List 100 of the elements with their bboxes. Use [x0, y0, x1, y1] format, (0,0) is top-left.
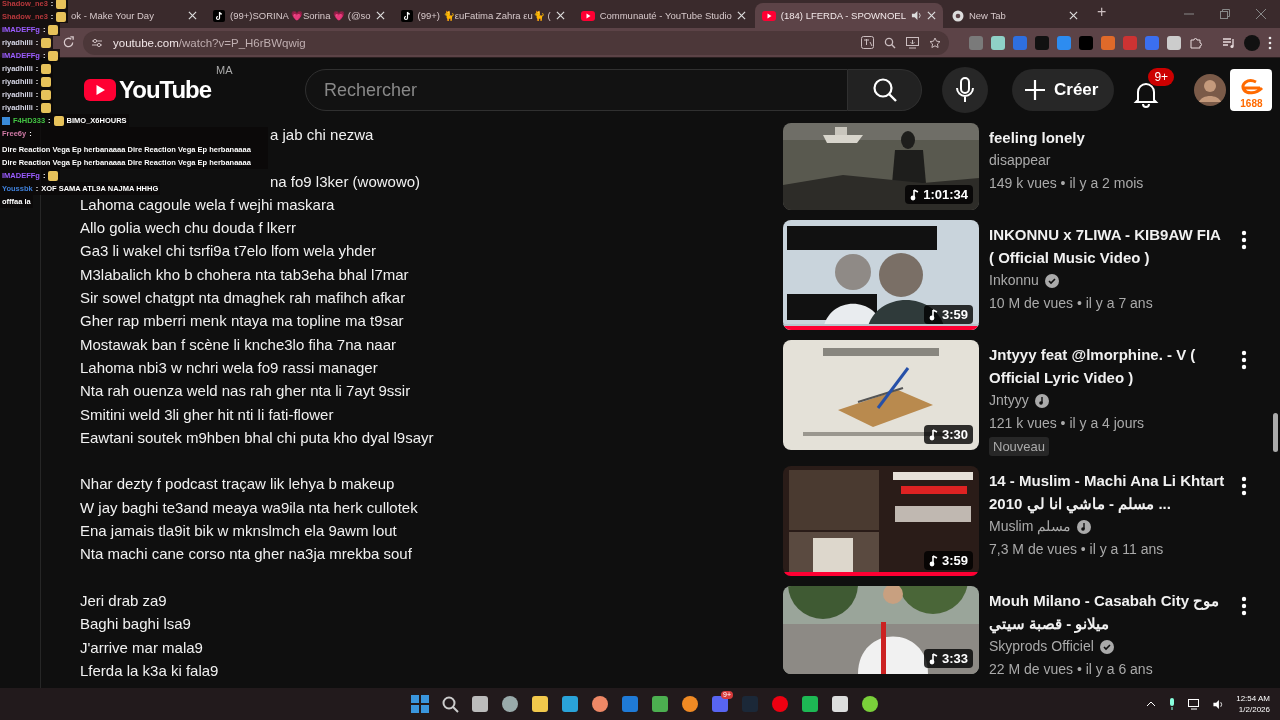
check-badge-icon	[1044, 273, 1059, 288]
channel-name[interactable]: Skyprods Officiel	[989, 635, 1094, 658]
record-app-icon[interactable]	[830, 695, 849, 713]
mic-icon[interactable]	[1168, 698, 1177, 710]
browser-tab[interactable]: ok - Make Your Day	[64, 3, 204, 28]
browser-tab[interactable]: (99+)SORINA 💗Sorina 💗 (@so	[206, 3, 392, 28]
lyric-line: Smitini weld 3li gher hit nti li fati-flower	[80, 404, 334, 425]
lyric-line: Jeri drab za9	[80, 590, 167, 611]
translate-icon[interactable]	[861, 36, 874, 49]
duration-text: 3:33	[941, 651, 968, 666]
video-thumbnail[interactable]: 1:01:34	[783, 123, 979, 210]
extension-icon[interactable]	[1167, 35, 1181, 50]
duration-text: 3:59	[941, 553, 968, 568]
sliders-icon[interactable]	[91, 36, 103, 49]
channel-name[interactable]: Inkonnu	[989, 269, 1039, 292]
play-logo-icon[interactable]	[84, 79, 116, 101]
channel-name[interactable]: Muslim مسلم	[989, 515, 1072, 538]
video-title[interactable]: 14 - Muslim - Machi Ana Li Khtart 2010 مسلم - ماشي انا لي ...	[989, 469, 1229, 515]
video-title[interactable]: Jntyyy feat @lmorphine. - V ( Official Lyric Video )	[989, 343, 1229, 389]
video-thumbnail[interactable]: 3:30	[783, 340, 979, 450]
lyric-line: Mostawak ban f scène li knche3lo fiha 7na naar	[80, 334, 397, 355]
lyric-line: W jay baghi te3and meaya wa9ila nta herk cullotek	[80, 497, 418, 518]
lyric-line: Ena jamais tla9it bik w mknslmch ela 9awm lout	[80, 521, 397, 542]
video-title[interactable]: INKONNU x 7LIWA - KIB9AW FIA ( Official Music Video )	[989, 223, 1229, 269]
check-badge-icon	[1099, 639, 1114, 654]
browser-icon[interactable]	[560, 695, 579, 713]
new-tab-button[interactable]: +	[1086, 3, 1117, 25]
lyric-line: Lferda la k3a ki fala9	[80, 660, 219, 681]
browser-logo-icon	[951, 9, 964, 22]
menu-icon[interactable]	[1268, 35, 1272, 50]
search-button[interactable]	[848, 69, 922, 111]
video-meta: 121 k vues • il y a 4 jours	[989, 414, 1145, 433]
app-icon[interactable]	[860, 695, 879, 713]
tab-title: (184) LFERDA - SPOWNOEL	[780, 10, 906, 21]
video-title[interactable]: Mouh Milano - Casabah City موح ميلانو - قصبة سيتي	[989, 589, 1229, 635]
video-thumbnail[interactable]: 3:59	[783, 220, 979, 330]
install-icon[interactable]	[906, 36, 919, 49]
channel-name[interactable]: Jntyyy	[989, 389, 1029, 412]
app-icon[interactable]	[680, 695, 699, 713]
duration-text: 1:01:34	[923, 187, 968, 202]
more-icon[interactable]	[1241, 476, 1247, 496]
channel-name[interactable]: disappear	[989, 149, 1051, 172]
clock-date[interactable]: 1/2/2026	[1238, 704, 1270, 715]
lyric-line: Allo golia wech chu douda f lkerr	[80, 218, 296, 239]
zoom-icon[interactable]	[884, 36, 896, 49]
mail-icon[interactable]	[620, 695, 639, 713]
chat-app-icon[interactable]	[710, 695, 729, 713]
folder-icon[interactable]	[530, 695, 549, 713]
address-bar[interactable]: youtube.com/watch?v=P_H6rBWqwig	[83, 30, 949, 55]
more-icon[interactable]	[1241, 596, 1247, 616]
video-meta: 22 M de vues • il y a 6 ans	[989, 660, 1153, 679]
close-icon[interactable]	[1256, 9, 1266, 19]
lyric-line: M3labalich kho b chohera nta tab3eha bhal l7mar	[80, 264, 409, 285]
reload-icon[interactable]	[62, 36, 75, 49]
chevron-up-icon[interactable]	[1146, 700, 1157, 708]
network-icon[interactable]	[1188, 698, 1201, 710]
avatar-icon[interactable]	[1194, 74, 1227, 106]
play-logo-icon	[761, 10, 776, 21]
extension-icon[interactable]	[1057, 35, 1071, 50]
scrollbar-thumb[interactable]	[1273, 413, 1278, 452]
speaker-icon[interactable]	[1212, 698, 1225, 710]
browser-tab[interactable]: Communauté - YouTube Studio	[573, 3, 753, 28]
gear-icon[interactable]	[500, 695, 519, 713]
clock-time[interactable]: 12:54 AM	[1236, 693, 1270, 704]
music-note-icon	[928, 652, 939, 665]
video-thumbnail[interactable]: 3:33	[783, 586, 979, 674]
store-icon[interactable]	[590, 695, 609, 713]
widget-label: 1688	[1240, 98, 1263, 109]
browser-icon[interactable]	[650, 695, 669, 713]
search-icon[interactable]	[440, 695, 459, 713]
window-stack-icon[interactable]	[470, 695, 489, 713]
lyric-line: Lahoma cagoule wela f wejhi maskara	[80, 194, 335, 215]
more-icon[interactable]	[1241, 350, 1247, 370]
search-field[interactable]: Rechercher	[305, 69, 848, 111]
music-app-icon[interactable]	[800, 695, 819, 713]
restore-icon[interactable]	[1220, 9, 1230, 19]
browser-tab[interactable]: (184) LFERDA - SPOWNOEL	[754, 3, 943, 28]
tab-title: (99+)SORINA 💗Sorina 💗 (@so	[230, 10, 371, 21]
puzzle-icon[interactable]	[1189, 36, 1202, 49]
video-thumbnail[interactable]: 3:59	[783, 466, 979, 576]
mic-button[interactable]	[942, 67, 988, 113]
lyric-line: Baghi baghi lsa9	[80, 614, 191, 635]
star-icon[interactable]	[929, 36, 941, 49]
note-icon	[213, 9, 225, 22]
create-button[interactable]: Créer	[1012, 69, 1115, 111]
lyric-line: Nta rah ouenza weld nas rah gher nta li 7ayt 9ssir	[80, 381, 411, 402]
browser-tab[interactable]: New Tab	[944, 3, 1085, 28]
start-icon[interactable]	[410, 695, 429, 713]
browser-icon[interactable]	[770, 695, 789, 713]
browser-tab[interactable]: (99+) 🐈εuFatima Zahra εu🐈 (	[393, 3, 572, 28]
more-icon[interactable]	[1241, 230, 1247, 250]
lyric-line: Lahoma nbi3 w nchri wela fo9 rassi manager	[80, 357, 378, 378]
mic-icon	[955, 77, 975, 103]
extension-icon[interactable]	[991, 35, 1005, 50]
music-note-icon	[910, 188, 921, 201]
logo-text[interactable]: YouTube	[119, 76, 212, 104]
playlist-icon[interactable]	[1222, 36, 1236, 49]
bell-icon[interactable]	[1132, 80, 1161, 108]
extension-icon[interactable]	[1101, 35, 1115, 50]
video-title[interactable]: feeling lonely	[989, 126, 1085, 149]
